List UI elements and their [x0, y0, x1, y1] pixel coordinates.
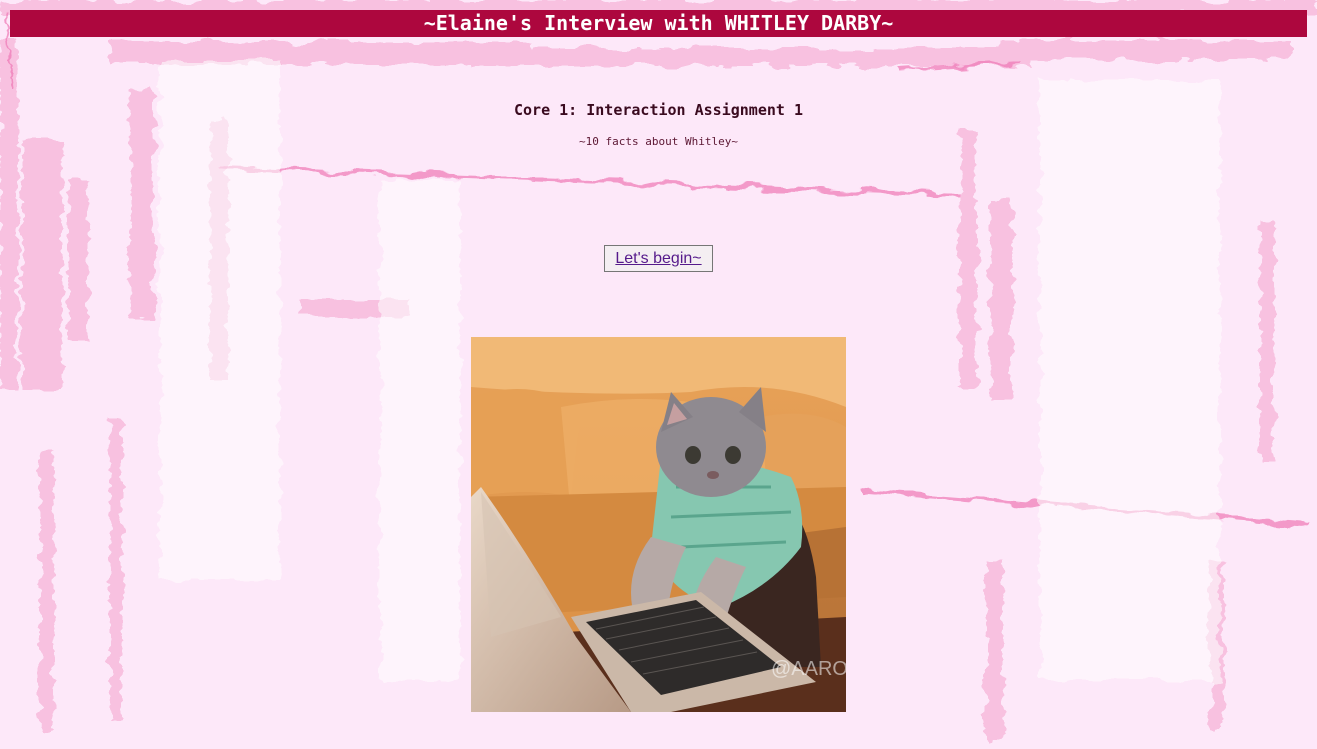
page-content: ~Elaine's Interview with WHITLEY DARBY~ …	[0, 0, 1317, 749]
assignment-heading: Core 1: Interaction Assignment 1	[514, 101, 803, 119]
cat-typing-gif: @AARON	[471, 337, 846, 712]
assignment-subheading: ~10 facts about Whitley~	[579, 135, 738, 148]
page-title: ~Elaine's Interview with WHITLEY DARBY~	[10, 10, 1307, 37]
gif-watermark: @AARON	[771, 658, 846, 680]
cat-typing-illustration: @AARON	[471, 337, 846, 712]
lets-begin-button[interactable]: Let's begin~	[604, 245, 713, 272]
